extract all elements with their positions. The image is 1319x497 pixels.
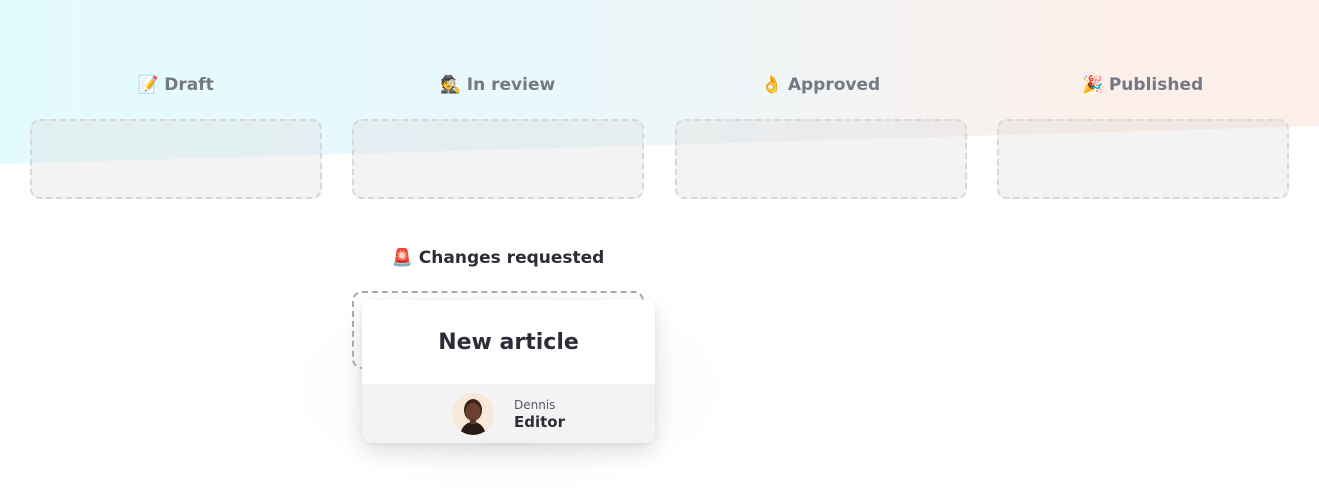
card-title: New article (438, 329, 579, 355)
dropzone-approved[interactable] (675, 119, 967, 199)
detective-icon: 🕵️ (440, 75, 462, 95)
column-header-in-review: 🕵️ In review (352, 72, 644, 98)
dropzone-in-review[interactable] (352, 119, 644, 199)
column-label-published: Published (1108, 75, 1204, 95)
party-popper-icon: 🎉 (1082, 75, 1104, 95)
memo-icon: 📝 (137, 75, 159, 95)
ok-hand-icon: 👌 (761, 75, 783, 95)
column-header-approved: 👌 Approved (675, 72, 967, 98)
siren-icon: 🚨 (391, 248, 413, 268)
author-info: Dennis Editor (514, 397, 565, 431)
column-header-draft: 📝 Draft (30, 72, 322, 98)
column-label-in-review: In review (466, 75, 556, 95)
dropzone-draft[interactable] (30, 119, 322, 199)
column-label-changes-requested: Changes requested (418, 248, 605, 268)
column-label-draft: Draft (164, 75, 214, 95)
author-role: Editor (514, 412, 565, 431)
article-card[interactable]: New article Dennis Editor (362, 300, 655, 443)
column-header-changes-requested: 🚨 Changes requested (352, 245, 644, 271)
author-name: Dennis (514, 397, 556, 412)
card-footer: Dennis Editor (362, 384, 655, 443)
dropzone-published[interactable] (997, 119, 1289, 199)
column-header-published: 🎉 Published (997, 72, 1289, 98)
column-label-approved: Approved (787, 75, 881, 95)
avatar (452, 392, 494, 435)
